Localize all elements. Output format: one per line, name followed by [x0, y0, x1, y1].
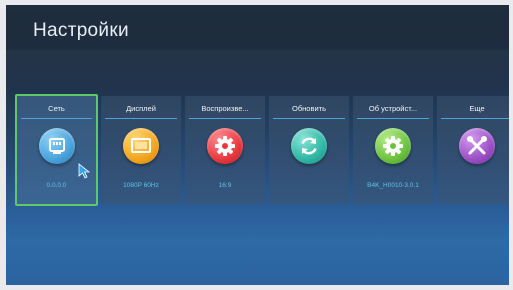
- tile-divider: [441, 118, 509, 119]
- tile-label: Сеть: [48, 104, 65, 113]
- settings-tiles: Сеть 0.0.0.0 Дисплей 1080P 60Hz Воспроиз…: [15, 94, 509, 206]
- tile-divider: [105, 118, 177, 119]
- tile-value: 0.0.0.0: [46, 182, 67, 189]
- gear-icon: [207, 128, 243, 164]
- network-icon: [38, 128, 75, 164]
- tile-label: Дисплей: [126, 104, 156, 113]
- tile-divider: [189, 118, 261, 119]
- tile-more[interactable]: Еще: [437, 96, 509, 204]
- pointer-cursor-icon: [78, 163, 91, 179]
- tile-network[interactable]: Сеть 0.0.0.0: [15, 94, 98, 206]
- tile-label: Обновить: [292, 104, 326, 113]
- tile-label: Воспроизве...: [201, 104, 249, 113]
- tools-icon: [459, 128, 495, 164]
- tile-update[interactable]: Обновить: [269, 96, 349, 204]
- tile-value: 1080P 60Hz: [123, 182, 159, 189]
- tile-playback[interactable]: Воспроизве... 16:9: [185, 96, 265, 204]
- tile-divider: [21, 118, 92, 119]
- settings-screen: Настройки Сеть 0.0.0.0 Дисплей 1080P 60H…: [6, 5, 509, 285]
- tile-label: Еще: [469, 104, 485, 113]
- page-title: Настройки: [33, 20, 129, 41]
- display-icon: [123, 128, 159, 164]
- tile-value: 16:9: [218, 182, 232, 189]
- tile-about-device[interactable]: Об устройст... B4K_H0010-3.0.1: [353, 96, 433, 204]
- tile-value: B4K_H0010-3.0.1: [367, 182, 419, 189]
- tile-divider: [273, 118, 345, 119]
- gear-icon: [375, 128, 411, 164]
- tile-divider: [357, 118, 429, 119]
- refresh-icon: [291, 128, 327, 164]
- tile-display[interactable]: Дисплей 1080P 60Hz: [101, 96, 181, 204]
- tile-label: Об устройст...: [368, 104, 418, 113]
